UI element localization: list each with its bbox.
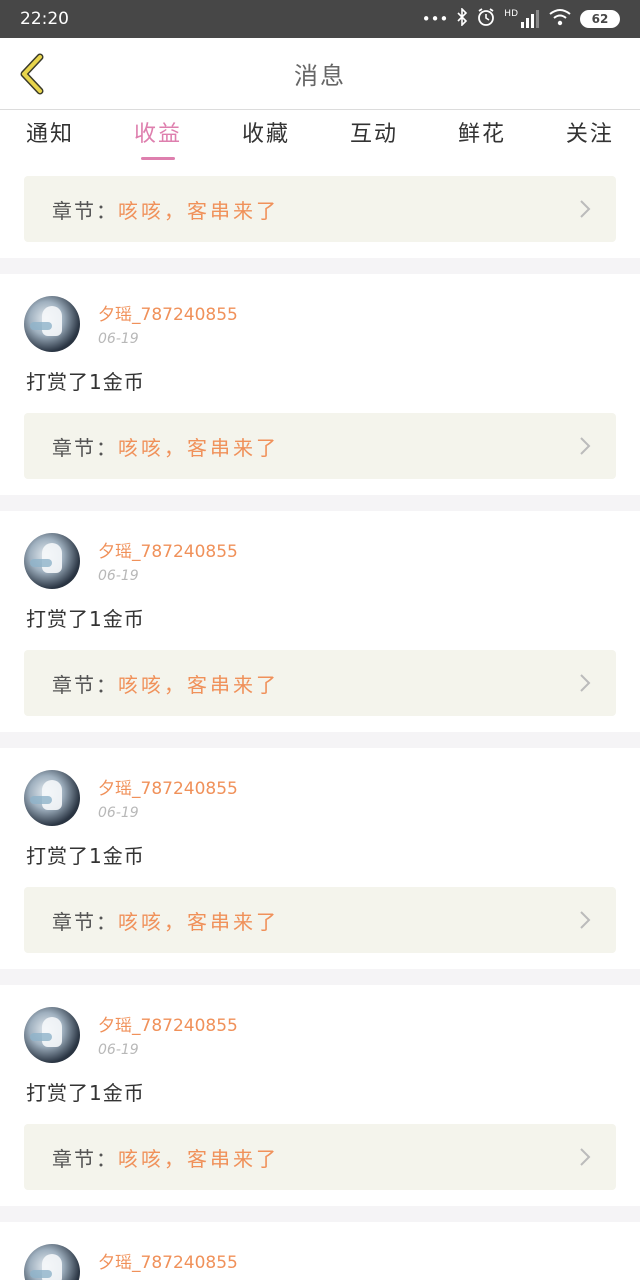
avatar[interactable] bbox=[24, 296, 80, 352]
username[interactable]: 夕瑶_787240855 bbox=[98, 1248, 238, 1273]
tab-following[interactable]: 关注 bbox=[566, 116, 614, 148]
hd-badge: HD bbox=[504, 9, 518, 19]
chapter-label: 章节： bbox=[52, 672, 118, 697]
divider bbox=[0, 1206, 640, 1222]
reward-text: 打赏了1金币 bbox=[26, 607, 145, 631]
status-icons: ••• HD 62 bbox=[422, 7, 620, 31]
divider bbox=[0, 258, 640, 274]
tab-favorites[interactable]: 收藏 bbox=[242, 116, 290, 148]
username[interactable]: 夕瑶_787240855 bbox=[98, 774, 238, 799]
chevron-right-icon bbox=[580, 1148, 591, 1166]
back-button[interactable] bbox=[12, 52, 52, 96]
chevron-right-icon bbox=[580, 200, 591, 218]
reward-text: 打赏了1金币 bbox=[26, 1081, 145, 1105]
tab-bar: 通知 收益 收藏 互动 鲜花 关注 bbox=[0, 110, 640, 158]
top-nav-bar: 消息 bbox=[0, 38, 640, 110]
tab-interactions[interactable]: 互动 bbox=[350, 116, 398, 148]
chapter-label: 章节： bbox=[52, 1146, 118, 1171]
list-item: 夕瑶_787240855 06-19 打赏了1金币 章节： 咳咳，客串来了 bbox=[0, 748, 640, 969]
avatar[interactable] bbox=[24, 1007, 80, 1063]
chevron-right-icon bbox=[580, 911, 591, 929]
chapter-link[interactable]: 章节： 咳咳，客串来了 bbox=[24, 176, 616, 242]
list-item: 夕瑶_787240855 06-19 打赏了1金币 章节： 咳咳，客串来了 bbox=[0, 274, 640, 495]
chapter-link[interactable]: 章节： 咳咳，客串来了 bbox=[24, 650, 616, 716]
username[interactable]: 夕瑶_787240855 bbox=[98, 300, 238, 325]
chapter-title: 咳咳，客串来了 bbox=[118, 198, 279, 223]
chapter-title: 咳咳，客串来了 bbox=[118, 909, 279, 934]
message-list: 章节： 咳咳，客串来了 夕瑶_787240855 06-19 打赏了1金币 章节… bbox=[0, 158, 640, 1280]
divider bbox=[0, 495, 640, 511]
status-time: 22:20 bbox=[20, 9, 69, 29]
list-item: 夕瑶_787240855 06-19 打赏了1金币 章节： 咳咳，客串来了 bbox=[0, 985, 640, 1206]
chapter-label: 章节： bbox=[52, 198, 118, 223]
divider bbox=[0, 969, 640, 985]
reward-text: 打赏了1金币 bbox=[26, 844, 145, 868]
username[interactable]: 夕瑶_787240855 bbox=[98, 537, 238, 562]
chevron-left-icon bbox=[20, 53, 44, 95]
date: 06-19 bbox=[98, 331, 139, 347]
chapter-title: 咳咳，客串来了 bbox=[118, 1146, 279, 1171]
list-item: 夕瑶_787240855 06-19 打赏了1金币 章节： 咳咳，客串来了 bbox=[0, 511, 640, 732]
avatar[interactable] bbox=[24, 1244, 80, 1280]
divider bbox=[0, 732, 640, 748]
chevron-right-icon bbox=[580, 674, 591, 692]
tab-notifications[interactable]: 通知 bbox=[26, 116, 74, 148]
date: 06-19 bbox=[98, 1042, 139, 1058]
reward-text: 打赏了1金币 bbox=[26, 370, 145, 394]
date: 06-19 bbox=[98, 805, 139, 821]
status-bar: 22:20 ••• HD 62 bbox=[0, 0, 640, 38]
chapter-label: 章节： bbox=[52, 909, 118, 934]
avatar[interactable] bbox=[24, 770, 80, 826]
list-item: 夕瑶_787240855 bbox=[0, 1222, 640, 1280]
battery-icon: 62 bbox=[580, 10, 620, 28]
chevron-right-icon bbox=[580, 437, 591, 455]
signal-icon: HD bbox=[504, 10, 540, 28]
username[interactable]: 夕瑶_787240855 bbox=[98, 1011, 238, 1036]
chapter-link[interactable]: 章节： 咳咳，客串来了 bbox=[24, 1124, 616, 1190]
page-title: 消息 bbox=[294, 62, 346, 90]
chapter-label: 章节： bbox=[52, 435, 118, 460]
chapter-link[interactable]: 章节： 咳咳，客串来了 bbox=[24, 413, 616, 479]
chapter-title: 咳咳，客串来了 bbox=[118, 435, 279, 460]
date: 06-19 bbox=[98, 568, 139, 584]
alarm-icon bbox=[476, 7, 496, 31]
tab-earnings[interactable]: 收益 bbox=[134, 116, 182, 148]
bluetooth-icon bbox=[456, 7, 468, 30]
chapter-title: 咳咳，客串来了 bbox=[118, 672, 279, 697]
avatar[interactable] bbox=[24, 533, 80, 589]
wifi-icon bbox=[548, 8, 572, 30]
chapter-link[interactable]: 章节： 咳咳，客串来了 bbox=[24, 887, 616, 953]
tab-flowers[interactable]: 鲜花 bbox=[458, 116, 506, 148]
more-dots-icon: ••• bbox=[421, 10, 449, 28]
